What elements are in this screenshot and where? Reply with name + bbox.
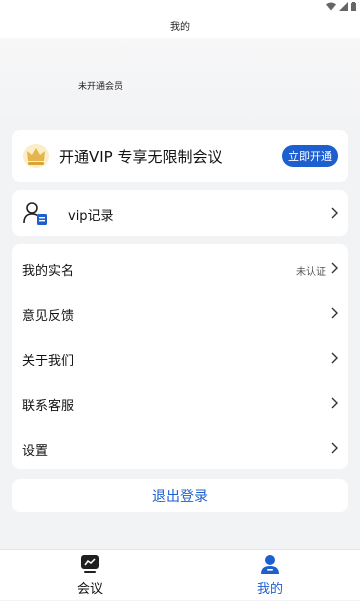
verification-status: 未认证 bbox=[296, 267, 326, 278]
person-icon bbox=[261, 555, 279, 574]
menu-item-customer-service[interactable]: 联系客服 bbox=[12, 381, 348, 425]
menu-item-label: 设置 bbox=[22, 444, 49, 459]
profile-section: 未开通会员 bbox=[0, 38, 360, 126]
chevron-right-icon bbox=[331, 207, 338, 219]
battery-icon bbox=[351, 1, 356, 11]
tab-meeting[interactable]: 会议 bbox=[0, 550, 180, 601]
vip-record-item[interactable]: vip记录 bbox=[12, 190, 348, 236]
menu-item-label: 意见反馈 bbox=[22, 309, 75, 324]
meeting-icon bbox=[81, 555, 99, 573]
signal-icon bbox=[339, 1, 348, 11]
page-header: 我的 bbox=[0, 12, 360, 38]
vip-record-label: vip记录 bbox=[68, 209, 114, 224]
vip-banner[interactable]: 开通VIP 专享无限制会议 立即开通 bbox=[12, 130, 348, 182]
menu-item-settings[interactable]: 设置 bbox=[12, 426, 348, 470]
menu-item-label: 我的实名 bbox=[22, 264, 75, 279]
logout-button[interactable]: 退出登录 bbox=[12, 479, 348, 512]
menu-item-feedback[interactable]: 意见反馈 bbox=[12, 291, 348, 335]
chevron-right-icon bbox=[331, 307, 338, 319]
tab-mine[interactable]: 我的 bbox=[180, 550, 360, 601]
open-vip-button[interactable]: 立即开通 bbox=[282, 145, 338, 167]
page-title: 我的 bbox=[170, 21, 190, 33]
chevron-right-icon bbox=[331, 262, 338, 274]
menu-item-label: 关于我们 bbox=[22, 354, 75, 369]
chevron-right-icon bbox=[331, 352, 338, 364]
vip-promo-text: 开通VIP 专享无限制会议 bbox=[59, 148, 223, 166]
menu-item-label: 联系客服 bbox=[22, 399, 75, 414]
settings-menu: 我的实名 未认证 意见反馈 关于我们 联系客服 设置 bbox=[12, 244, 348, 469]
bottom-tab-bar: 会议 我的 bbox=[0, 549, 360, 600]
crown-icon bbox=[23, 144, 49, 168]
status-bar bbox=[0, 0, 360, 12]
wifi-icon bbox=[326, 2, 336, 10]
user-document-icon bbox=[23, 202, 47, 225]
member-status: 未开通会员 bbox=[78, 82, 124, 92]
tab-label: 我的 bbox=[256, 582, 283, 597]
chevron-right-icon bbox=[331, 442, 338, 454]
chevron-right-icon bbox=[331, 397, 338, 409]
menu-item-real-name[interactable]: 我的实名 未认证 bbox=[12, 246, 348, 290]
tab-label: 会议 bbox=[76, 582, 103, 597]
menu-item-about[interactable]: 关于我们 bbox=[12, 336, 348, 380]
logout-label: 退出登录 bbox=[152, 488, 208, 505]
